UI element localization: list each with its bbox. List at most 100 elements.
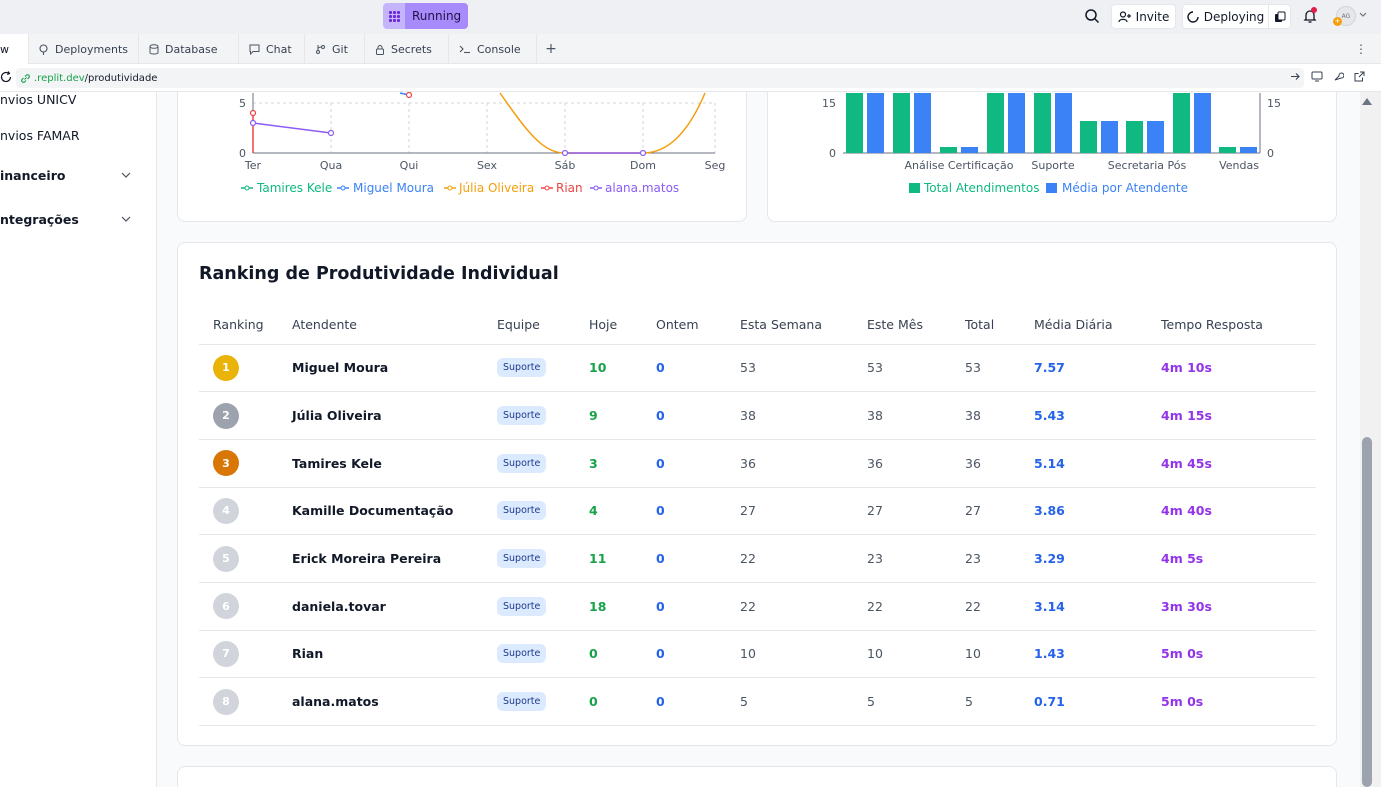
header-atendente[interactable]: Atendente — [292, 305, 497, 345]
main-content: 5 0 Ter Qua Qui Sex Sáb Dom Seg Tamires … — [157, 92, 1360, 787]
rank-cell: 1 — [199, 344, 292, 393]
ontem-value: 0 — [656, 439, 740, 488]
semana-value: 22 — [740, 582, 867, 631]
atendente-name: Rian — [292, 630, 497, 679]
deploying-label: Deploying — [1203, 9, 1265, 24]
tab-label: Git — [332, 42, 348, 56]
header-ranking[interactable]: Ranking — [199, 305, 292, 345]
spinner-icon — [1187, 10, 1199, 23]
running-button[interactable]: Running — [405, 3, 469, 29]
x-tick: Análise Certificação — [905, 159, 1014, 172]
ontem-value: 0 — [656, 344, 740, 393]
rank-cell: 6 — [199, 582, 292, 631]
deploy-menu-button[interactable] — [1269, 4, 1291, 29]
url-input[interactable]: .replit.dev/produtividade — [16, 68, 1304, 88]
series-point — [561, 149, 569, 157]
y2-tick: 0 — [1267, 147, 1274, 160]
header-esta-semana[interactable]: Esta Semana — [740, 305, 867, 345]
semana-value: 5 — [740, 677, 867, 726]
tab-label: Deployments — [55, 42, 129, 56]
bar-total — [1126, 121, 1143, 153]
series-point — [249, 119, 257, 127]
tab-chat[interactable]: Chat — [239, 34, 305, 64]
header-total[interactable]: Total — [965, 305, 1034, 345]
wrench-icon[interactable] — [1333, 71, 1344, 82]
team-badge: Suporte — [497, 644, 547, 664]
total-value: 22 — [965, 582, 1034, 631]
tab-secrets[interactable]: Secrets — [365, 34, 449, 64]
arrow-right-icon[interactable] — [1290, 71, 1301, 82]
rank-badge: 2 — [213, 402, 239, 429]
chevron-down-icon[interactable] — [121, 172, 131, 178]
x-tick: Sáb — [555, 159, 576, 172]
deploying-button[interactable]: Deploying — [1182, 4, 1269, 29]
header-hoje[interactable]: Hoje — [589, 305, 656, 345]
sidebar-item-famar[interactable]: nvios FAMAR — [0, 128, 80, 143]
tab-preview[interactable]: w — [0, 34, 29, 64]
bar-total — [893, 93, 910, 153]
scroll-up-icon[interactable] — [1362, 98, 1372, 105]
table-row: 1 Miguel Moura Suporte 10 0 53 53 53 7.57 4m 10s — [199, 344, 1316, 393]
header-equipe[interactable]: Equipe — [497, 305, 589, 345]
run-status[interactable]: Running — [383, 3, 469, 29]
ontem-value: 0 — [656, 534, 740, 583]
x-tick: Secretaria Pós — [1108, 159, 1187, 172]
table-row: 7 Rian Suporte 0 0 10 10 10 1.43 5m 0s — [199, 630, 1316, 679]
series-point — [405, 92, 413, 99]
hoje-value: 10 — [589, 344, 656, 393]
rank-cell: 5 — [199, 534, 292, 583]
sidebar-item-financeiro[interactable]: inanceiro — [0, 168, 65, 183]
sidebar-item-unicv[interactable]: nvios UNICV — [0, 92, 76, 107]
header-tempo-resposta[interactable]: Tempo Resposta — [1161, 305, 1316, 345]
chevron-down-icon[interactable] — [121, 216, 131, 222]
external-link-icon[interactable] — [1354, 71, 1365, 82]
monitor-icon[interactable] — [1311, 71, 1323, 82]
tempo-value: 3m 30s — [1161, 582, 1316, 631]
legend-julia: Júlia Oliveira — [458, 181, 534, 195]
bar-media — [1240, 147, 1257, 153]
tab-console[interactable]: Console — [449, 34, 537, 64]
semana-value: 22 — [740, 534, 867, 583]
more-icon[interactable]: ⋮ — [1355, 42, 1367, 56]
bar-chart-card: 15 0 15 0 Análise Certificação Suporte S… — [767, 92, 1337, 222]
media-value: 3.29 — [1034, 534, 1161, 583]
semana-value: 36 — [740, 439, 867, 488]
team-cell: Suporte — [497, 582, 589, 631]
header-media-diaria[interactable]: Média Diária — [1034, 305, 1161, 345]
team-cell: Suporte — [497, 677, 589, 726]
media-value: 3.14 — [1034, 582, 1161, 631]
search-icon[interactable] — [1084, 8, 1100, 24]
tab-deployments[interactable]: Deployments — [29, 34, 139, 64]
tab-label: w — [0, 42, 9, 56]
tab-label: Database — [165, 42, 218, 56]
tab-label: Console — [477, 42, 521, 56]
series-line-alana — [252, 122, 332, 134]
hoje-value: 0 — [589, 677, 656, 726]
database-icon — [149, 43, 159, 54]
media-value: 1.43 — [1034, 630, 1161, 679]
team-badge: Suporte — [497, 596, 547, 616]
chevron-down-icon[interactable] — [1359, 12, 1367, 18]
url-bar: .replit.dev/produtividade — [0, 64, 1381, 92]
tab-git[interactable]: Git — [305, 34, 365, 64]
new-tab-button[interactable]: + — [537, 34, 565, 64]
grid-icon[interactable] — [383, 3, 405, 29]
refresh-icon[interactable] — [0, 71, 12, 83]
header-ontem[interactable]: Ontem — [656, 305, 740, 345]
header-este-mes[interactable]: Este Mês — [867, 305, 965, 345]
scrollbar-thumb[interactable] — [1362, 437, 1372, 787]
semana-value: 38 — [740, 391, 867, 440]
git-icon — [316, 44, 325, 54]
invite-button[interactable]: Invite — [1111, 4, 1176, 29]
sidebar-item-integracoes[interactable]: ntegrações — [0, 212, 79, 227]
chat-icon — [249, 44, 260, 55]
line-chart-card: 5 0 Ter Qua Qui Sex Sáb Dom Seg Tamires … — [177, 92, 747, 222]
x-tick: Seg — [705, 159, 726, 172]
x-tick: Suporte — [1031, 159, 1075, 172]
legend-media: Média por Atendente — [1062, 181, 1188, 195]
tab-database[interactable]: Database — [139, 34, 239, 64]
media-value: 5.43 — [1034, 391, 1161, 440]
rank-badge: 8 — [213, 688, 239, 715]
semana-value: 10 — [740, 630, 867, 679]
tempo-value: 4m 5s — [1161, 534, 1316, 583]
